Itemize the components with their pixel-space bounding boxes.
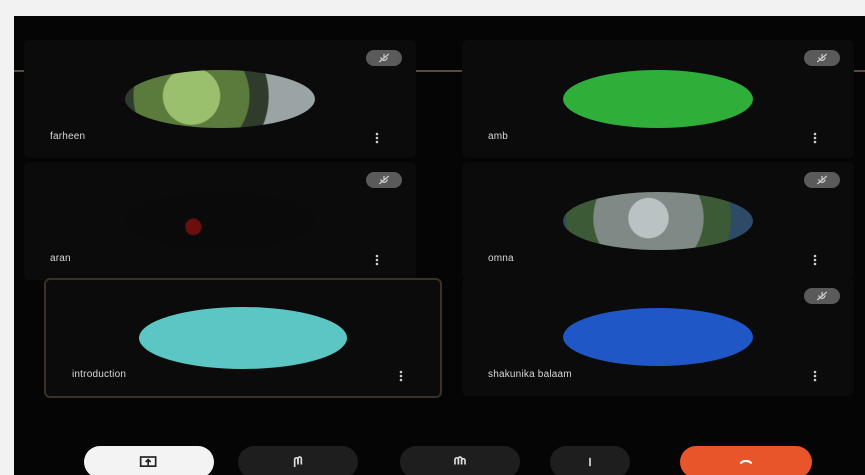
participant-tile[interactable]: aran — [24, 162, 416, 280]
participant-thumbnail — [125, 70, 315, 128]
participant-tile[interactable]: shakunika balaam — [462, 278, 854, 396]
participant-tile[interactable]: farheen — [24, 40, 416, 158]
more-vert-icon[interactable] — [812, 370, 818, 382]
participant-name: introduction — [72, 369, 127, 380]
mic-muted-icon[interactable] — [804, 288, 840, 304]
more-vert-icon[interactable] — [374, 132, 380, 144]
participant-thumbnail — [563, 308, 753, 366]
participant-name: aran — [50, 253, 71, 264]
participant-name: farheen — [50, 131, 86, 142]
participant-tile[interactable]: amb — [462, 40, 854, 158]
mic-muted-icon[interactable] — [804, 50, 840, 66]
participant-tile[interactable]: omna — [462, 162, 854, 280]
participant-name: omna — [488, 253, 514, 264]
more-vert-icon[interactable] — [374, 254, 380, 266]
meeting-screen: farheen amb aran omna introduction shaku… — [14, 16, 865, 475]
captions-icon — [589, 457, 591, 467]
reaction-icon — [454, 456, 466, 465]
raise-hand-button[interactable] — [238, 446, 358, 475]
end-call-icon — [739, 459, 753, 464]
more-vert-icon[interactable] — [398, 370, 404, 382]
more-vert-icon[interactable] — [812, 132, 818, 144]
mic-muted-icon[interactable] — [366, 172, 402, 188]
participant-tile-active[interactable]: introduction — [44, 278, 442, 398]
participant-name: shakunika balaam — [488, 369, 572, 380]
participant-name: amb — [488, 131, 509, 142]
control-bar — [14, 434, 865, 475]
participant-thumbnail — [563, 70, 753, 128]
present-screen-icon — [139, 456, 157, 467]
mic-muted-icon[interactable] — [804, 172, 840, 188]
participant-thumbnail — [125, 192, 315, 250]
present-button[interactable] — [84, 446, 214, 475]
raise-hand-icon — [293, 456, 303, 467]
captions-button[interactable] — [550, 446, 630, 475]
participant-thumbnail — [139, 307, 347, 369]
mic-muted-icon[interactable] — [366, 50, 402, 66]
leave-call-button[interactable] — [680, 446, 812, 475]
participant-thumbnail — [563, 192, 753, 250]
reactions-button[interactable] — [400, 446, 520, 475]
more-vert-icon[interactable] — [812, 254, 818, 266]
